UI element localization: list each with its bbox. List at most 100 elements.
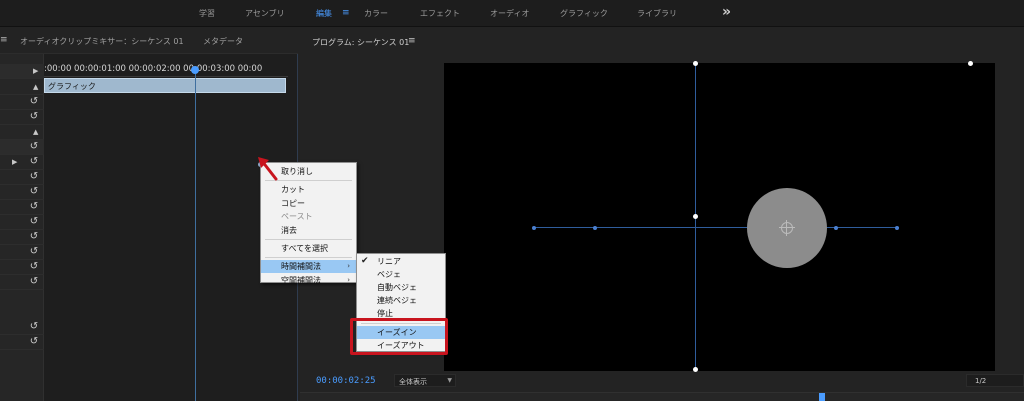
reset-icon[interactable]: ↺ [28, 246, 40, 258]
zoom-level-value: 全体表示 [399, 378, 427, 386]
effect-controls-panel: ≡ オーディオクリップミキサー：シーケンス 01 メタデータ ▶ ▲ ↺ ↺ ▲… [0, 28, 298, 401]
menu-separator [265, 239, 352, 240]
more-workspaces-icon[interactable]: » [722, 4, 731, 20]
property-row: ↺ [0, 215, 44, 230]
property-row: ▶ ↺ [0, 155, 44, 170]
reset-icon[interactable]: ↺ [28, 156, 40, 168]
reset-icon[interactable]: ↺ [28, 261, 40, 273]
workspace-tab-learn[interactable]: 学習 [199, 8, 215, 19]
context-menu-item-label: 空間補間法 [281, 275, 321, 285]
zoom-level-select[interactable]: 全体表示 ▼ [394, 374, 456, 387]
program-scrubber[interactable] [300, 392, 1024, 401]
workspace-tab-libraries[interactable]: ライブラリ [637, 8, 677, 19]
program-monitor-title: プログラム: シーケンス 01 [312, 38, 410, 47]
expand-triangle-icon[interactable]: ▶ [33, 67, 38, 75]
bounding-box-handle[interactable] [968, 61, 973, 66]
submenu-arrow-icon: › [347, 262, 350, 271]
playhead-line [195, 74, 196, 401]
property-row: ↺ [0, 320, 44, 335]
property-row: ↺ [0, 185, 44, 200]
reset-icon[interactable]: ↺ [28, 201, 40, 213]
ruler-line [44, 76, 288, 77]
pointer-arrow-annotation [258, 157, 278, 181]
program-timecode[interactable]: 00:00:02:25 [316, 376, 376, 386]
playback-resolution-value: 1/2 [975, 377, 987, 385]
property-row: ↺ [0, 335, 44, 350]
context-menu-item[interactable]: 時間補間法 › [261, 260, 356, 274]
context-menu-item-label: ペースト [281, 212, 313, 222]
reset-icon[interactable]: ↺ [28, 186, 40, 198]
workspace-bar: 学習 アセンブリ 編集 ≡ カラー エフェクト オーディオ グラフィック ライブ… [0, 0, 1024, 27]
tab-audio-clip-mixer[interactable]: オーディオクリップミキサー：シーケンス 01 [20, 36, 184, 47]
tab-metadata[interactable]: メタデータ [203, 36, 243, 47]
path-keyframe-dot[interactable] [593, 226, 597, 230]
context-menu-item-label: 消去 [281, 225, 297, 235]
anchor-crosshair [779, 227, 795, 228]
reset-icon[interactable]: ↺ [28, 141, 40, 153]
highlight-annotation-box [350, 318, 448, 355]
anchor-point-icon[interactable] [781, 222, 793, 234]
reset-icon[interactable]: ↺ [28, 216, 40, 228]
playback-resolution-select[interactable]: 1/2 [966, 374, 1024, 387]
workspace-tab-editing[interactable]: 編集 [316, 8, 332, 19]
reset-icon[interactable]: ↺ [28, 96, 40, 108]
submenu-arrow-icon: › [347, 275, 350, 284]
property-row: ↺ [0, 140, 44, 155]
menu-separator [265, 257, 352, 259]
context-menu-item[interactable]: コピー [261, 197, 356, 210]
scrubber-playhead[interactable] [819, 393, 825, 401]
context-menu-item[interactable]: カット [261, 183, 356, 196]
workspace-tab-color[interactable]: カラー [364, 8, 388, 19]
bounding-box-handle[interactable] [693, 367, 698, 372]
video-canvas[interactable] [444, 61, 995, 372]
collapse-triangle-icon[interactable]: ▲ [33, 128, 38, 136]
bounding-box-handle[interactable] [693, 61, 698, 66]
program-menu-icon[interactable]: ≡ [408, 36, 416, 46]
property-row: ↺ [0, 230, 44, 245]
workspace-tab-assembly[interactable]: アセンブリ [245, 8, 285, 19]
context-menu-item[interactable]: すべてを選択 [261, 242, 356, 255]
path-keyframe-dot[interactable] [834, 226, 838, 230]
context-menu-item[interactable]: 空間補間法 › [261, 274, 356, 287]
expand-triangle-icon[interactable]: ▶ [12, 158, 17, 166]
workspace-tab-effects[interactable]: エフェクト [420, 8, 460, 19]
reset-icon[interactable]: ↺ [28, 111, 40, 123]
property-row: ↺ [0, 95, 44, 110]
reset-icon[interactable]: ↺ [28, 276, 40, 288]
workspace-tab-audio[interactable]: オーディオ [490, 8, 529, 19]
workspace-menu-icon[interactable]: ≡ [342, 8, 350, 18]
property-row: ▲ [0, 125, 44, 140]
collapse-triangle-icon[interactable]: ▲ [33, 83, 38, 91]
property-row: ▶ [0, 64, 44, 79]
chevron-down-icon: ▼ [447, 377, 452, 384]
reset-icon[interactable]: ↺ [28, 171, 40, 183]
path-keyframe-dot[interactable] [895, 226, 899, 230]
submenu-item-label: リニア [377, 257, 401, 266]
context-menu-item[interactable]: 消去 [261, 224, 356, 237]
property-row: ↺ [0, 260, 44, 275]
context-menu-item-label: 時間補間法 [281, 262, 321, 272]
panel-menu-icon[interactable]: ≡ [0, 35, 8, 45]
reset-icon[interactable]: ↺ [28, 336, 40, 348]
clip-label: グラフィック [48, 82, 96, 91]
context-menu-item: ペースト [261, 210, 356, 223]
path-keyframe-dot[interactable] [532, 226, 536, 230]
reset-icon[interactable]: ↺ [28, 231, 40, 243]
reset-icon[interactable]: ↺ [28, 321, 40, 333]
property-row: ↺ [0, 275, 44, 290]
submenu-item[interactable]: 自動ベジェ [357, 281, 445, 294]
property-row: ↺ [0, 170, 44, 185]
submenu-item-label: ベジェ [377, 270, 401, 280]
submenu-item[interactable]: リニア ✔ [357, 255, 445, 268]
submenu-item[interactable]: ベジェ [357, 268, 445, 281]
playhead-handle[interactable] [191, 66, 199, 74]
context-menu-item-label: カット [281, 185, 305, 195]
submenu-item-label: 自動ベジェ [377, 283, 417, 293]
bounding-box-handle[interactable] [693, 214, 698, 219]
anchor-crosshair [786, 220, 787, 236]
check-icon: ✔ [361, 256, 369, 266]
clip-bar[interactable]: グラフィック [44, 78, 286, 93]
submenu-item-label: 連続ベジェ [377, 296, 417, 306]
submenu-item[interactable]: 連続ベジェ [357, 294, 445, 307]
workspace-tab-graphics[interactable]: グラフィック [560, 8, 608, 19]
